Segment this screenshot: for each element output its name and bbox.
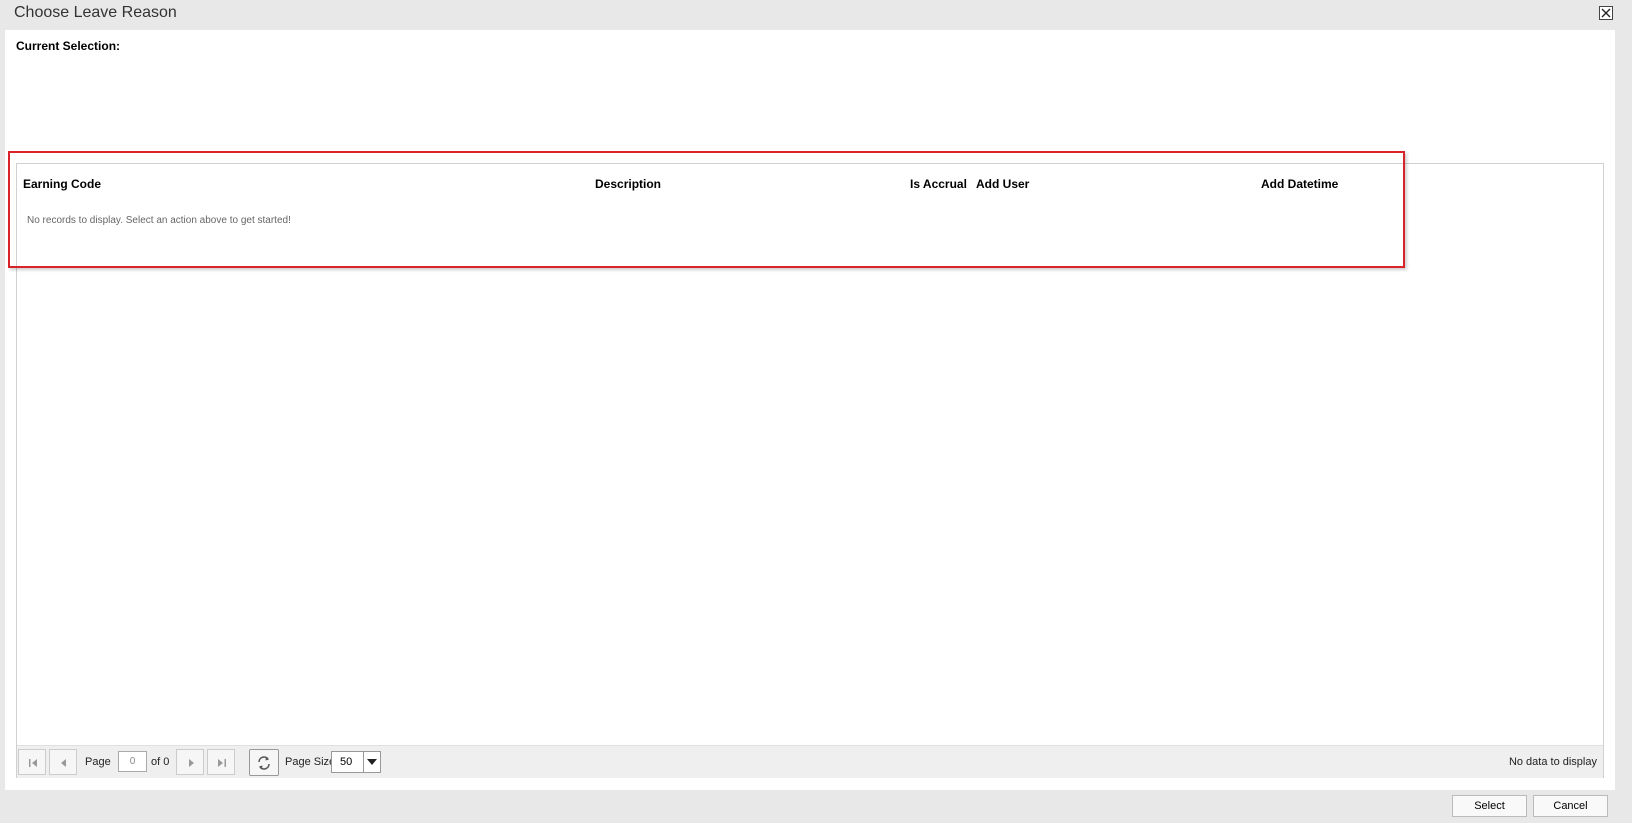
page-size-label: Page Size bbox=[285, 756, 336, 768]
earning-code-grid: Earning Code Description Is Accrual Add … bbox=[16, 163, 1604, 778]
column-header-add-user[interactable]: Add User bbox=[976, 177, 1029, 191]
column-header-add-datetime[interactable]: Add Datetime bbox=[1261, 177, 1338, 191]
pager-status-text: No data to display bbox=[1508, 756, 1597, 768]
first-page-icon bbox=[29, 759, 37, 767]
close-button[interactable] bbox=[1599, 6, 1613, 20]
prev-page-button[interactable] bbox=[49, 749, 77, 775]
page-size-select[interactable]: 50 bbox=[331, 751, 381, 773]
page-number-input[interactable] bbox=[118, 751, 147, 772]
page-size-dropdown-toggle[interactable] bbox=[363, 752, 380, 772]
select-button[interactable]: Select bbox=[1452, 795, 1527, 817]
last-page-icon bbox=[218, 759, 226, 767]
current-selection-label: Current Selection: bbox=[16, 39, 121, 53]
cancel-button[interactable]: Cancel bbox=[1533, 795, 1608, 817]
dropdown-arrow-icon bbox=[367, 759, 377, 765]
column-header-description[interactable]: Description bbox=[595, 177, 661, 191]
grid-pager: Page of 0 Page Size 50 bbox=[17, 745, 1603, 778]
page-count-label: of 0 bbox=[151, 756, 170, 768]
dialog-title: Choose Leave Reason bbox=[14, 4, 177, 21]
first-page-button[interactable] bbox=[18, 749, 46, 775]
refresh-button[interactable] bbox=[249, 749, 279, 776]
last-page-button[interactable] bbox=[207, 749, 235, 775]
empty-grid-message: No records to display. Select an action … bbox=[27, 215, 291, 226]
column-header-is-accrual[interactable]: Is Accrual bbox=[910, 177, 967, 191]
prev-page-icon bbox=[61, 759, 66, 767]
refresh-icon bbox=[258, 756, 270, 770]
grid-header: Earning Code Description Is Accrual Add … bbox=[17, 164, 1603, 204]
column-header-earning-code[interactable]: Earning Code bbox=[23, 177, 101, 191]
next-page-button[interactable] bbox=[176, 749, 204, 775]
choose-leave-reason-dialog: Choose Leave Reason Current Selection: E… bbox=[0, 0, 1632, 823]
next-page-icon bbox=[189, 759, 194, 767]
close-icon bbox=[1601, 8, 1611, 18]
page-size-value: 50 bbox=[340, 756, 353, 768]
page-label: Page bbox=[85, 756, 111, 768]
